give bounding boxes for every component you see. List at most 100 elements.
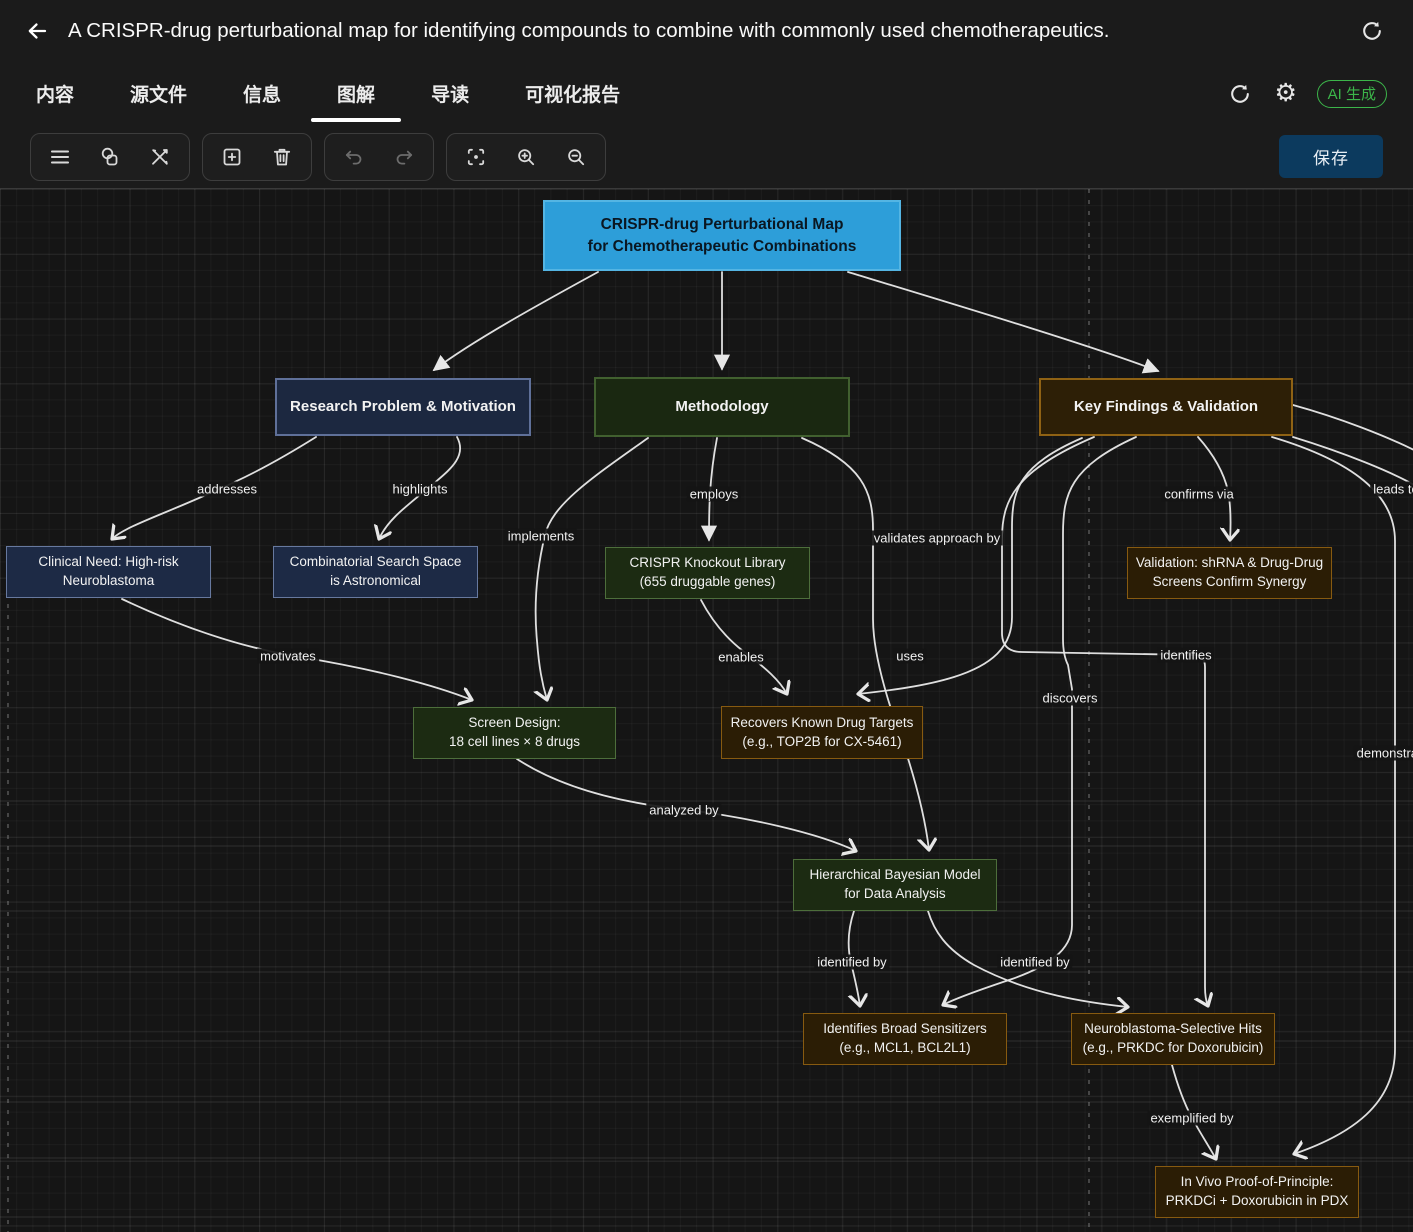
edge-label[interactable]: highlights: [390, 482, 451, 497]
edge-layer: [0, 189, 1413, 1232]
ai-generated-badge[interactable]: AI 生成: [1317, 80, 1387, 108]
tab-bar-items: 内容源文件信息图解导读可视化报告: [18, 62, 658, 125]
node-text-line: Key Findings & Validation: [1074, 397, 1258, 418]
node-text-line: Neuroblastoma-Selective Hits: [1084, 1020, 1262, 1039]
node-text-line: Identifies Broad Sensitizers: [823, 1020, 987, 1039]
node-text-line: (e.g., MCL1, BCL2L1): [839, 1039, 970, 1058]
node-text-line: Neuroblastoma: [63, 572, 155, 591]
edge-line[interactable]: [848, 272, 1158, 371]
node-text-line: (e.g., TOP2B for CX-5461): [742, 733, 901, 752]
redo-icon[interactable]: [383, 137, 425, 177]
tab-guide[interactable]: 导读: [413, 62, 487, 125]
node-text-line: (655 druggable genes): [640, 573, 776, 592]
fit-view-icon[interactable]: [455, 137, 497, 177]
node-screen-design[interactable]: Screen Design:18 cell lines × 8 drugs: [413, 707, 616, 759]
node-text-line: Clinical Need: High-risk: [38, 553, 178, 572]
tab-diagram[interactable]: 图解: [319, 62, 393, 125]
shapes-icon[interactable]: [89, 137, 131, 177]
toolbar-group: [30, 133, 190, 181]
tab-info[interactable]: 信息: [225, 62, 299, 125]
edge-label[interactable]: identifies: [1157, 648, 1214, 663]
save-button[interactable]: 保存: [1279, 135, 1383, 178]
edge-line[interactable]: [701, 600, 787, 694]
node-text-line: Hierarchical Bayesian Model: [809, 866, 980, 885]
node-text-line: Research Problem & Motivation: [290, 397, 516, 418]
add-node-icon[interactable]: [211, 137, 253, 177]
edge-label[interactable]: exemplified by: [1147, 1111, 1236, 1126]
diagram-toolbar: 保存: [0, 125, 1413, 188]
edge-label[interactable]: discovers: [1040, 691, 1101, 706]
tab-bar-actions: ⚙ AI 生成: [1225, 62, 1387, 125]
edge-label[interactable]: identified by: [814, 955, 889, 970]
node-clinical-need[interactable]: Clinical Need: High-riskNeuroblastoma: [6, 546, 211, 598]
undo-icon[interactable]: [333, 137, 375, 177]
node-text-line: PRKDCi + Doxorubicin in PDX: [1166, 1192, 1349, 1211]
node-text-line: CRISPR-drug Perturbational Map: [601, 214, 844, 235]
back-icon[interactable]: [20, 14, 54, 48]
node-recovers-targets[interactable]: Recovers Known Drug Targets(e.g., TOP2B …: [721, 706, 923, 759]
node-text-line: is Astronomical: [330, 572, 421, 591]
node-research-problem[interactable]: Research Problem & Motivation: [275, 378, 531, 436]
edge-line[interactable]: [943, 437, 1136, 1005]
refresh-icon[interactable]: [1357, 16, 1387, 46]
page-title: A CRISPR-drug perturbational map for ide…: [68, 19, 1357, 43]
node-nb-selective-hits[interactable]: Neuroblastoma-Selective Hits(e.g., PRKDC…: [1071, 1013, 1275, 1065]
edge-label[interactable]: validates approach by: [871, 531, 1003, 546]
diagram-canvas[interactable]: addresses highlights implements employs vali…: [0, 188, 1413, 1232]
zoom-in-icon[interactable]: [505, 137, 547, 177]
edge-line[interactable]: [1272, 437, 1395, 1154]
edge-label[interactable]: implements: [505, 529, 577, 544]
edge-label[interactable]: uses: [893, 649, 926, 664]
node-invivo-proof[interactable]: In Vivo Proof-of-Principle:PRKDCi + Doxo…: [1155, 1166, 1359, 1218]
edge-label[interactable]: addresses: [194, 482, 260, 497]
node-text-line: Combinatorial Search Space: [290, 553, 462, 572]
node-text-line: Validation: shRNA & Drug-Drug: [1136, 554, 1323, 573]
node-methodology[interactable]: Methodology: [594, 377, 850, 437]
node-text-line: Screen Design:: [468, 714, 560, 733]
node-text-line: In Vivo Proof-of-Principle:: [1181, 1173, 1334, 1192]
zoom-out-icon[interactable]: [555, 137, 597, 177]
edge-line[interactable]: [1293, 405, 1413, 451]
edge-label[interactable]: identified by: [997, 955, 1072, 970]
edge-line[interactable]: [1293, 437, 1413, 486]
header: A CRISPR-drug perturbational map for ide…: [0, 0, 1413, 62]
edge-label[interactable]: enables: [715, 650, 767, 665]
tab-source-file[interactable]: 源文件: [112, 62, 205, 125]
toolbar-group: [202, 133, 312, 181]
node-broad-sensitizers[interactable]: Identifies Broad Sensitizers(e.g., MCL1,…: [803, 1013, 1007, 1065]
edge-line[interactable]: [434, 272, 598, 370]
node-key-findings[interactable]: Key Findings & Validation: [1039, 378, 1293, 436]
toolbar-groups: [30, 133, 618, 181]
node-text-line: CRISPR Knockout Library: [629, 554, 785, 573]
edge-line[interactable]: [802, 438, 929, 850]
edit-tools-icon[interactable]: [139, 137, 181, 177]
edge-label[interactable]: confirms via: [1161, 487, 1236, 502]
node-text-line: for Chemotherapeutic Combinations: [588, 236, 857, 257]
regenerate-icon[interactable]: [1225, 79, 1255, 109]
node-validation-screens[interactable]: Validation: shRNA & Drug-DrugScreens Con…: [1127, 547, 1332, 599]
edge-label[interactable]: motivates: [257, 649, 319, 664]
node-root[interactable]: CRISPR-drug Perturbational Mapfor Chemot…: [543, 200, 901, 271]
edge-line[interactable]: [1002, 437, 1208, 1006]
edge-label[interactable]: leads to: [1370, 482, 1413, 497]
menu-icon[interactable]: [39, 137, 81, 177]
edge-line[interactable]: [858, 438, 1082, 694]
gear-icon[interactable]: ⚙: [1271, 79, 1301, 109]
tab-bar: 内容源文件信息图解导读可视化报告 ⚙ AI 生成: [0, 62, 1413, 125]
node-text-line: for Data Analysis: [844, 885, 945, 904]
edge-label[interactable]: analyzed by: [646, 803, 721, 818]
toolbar-group: [446, 133, 606, 181]
node-combinatorial-space[interactable]: Combinatorial Search Spaceis Astronomica…: [273, 546, 478, 598]
delete-icon[interactable]: [261, 137, 303, 177]
tab-content[interactable]: 内容: [18, 62, 92, 125]
node-text-line: Methodology: [675, 397, 768, 418]
toolbar-group: [324, 133, 434, 181]
tab-visual-report[interactable]: 可视化报告: [507, 62, 638, 125]
edge-label[interactable]: demonstrates: [1354, 746, 1413, 761]
edge-label[interactable]: employs: [687, 487, 741, 502]
node-bayesian-model[interactable]: Hierarchical Bayesian Modelfor Data Anal…: [793, 859, 997, 911]
node-text-line: 18 cell lines × 8 drugs: [449, 733, 580, 752]
node-text-line: Screens Confirm Synergy: [1153, 573, 1307, 592]
node-crispr-library[interactable]: CRISPR Knockout Library(655 druggable ge…: [605, 547, 810, 599]
node-text-line: (e.g., PRKDC for Doxorubicin): [1083, 1039, 1264, 1058]
